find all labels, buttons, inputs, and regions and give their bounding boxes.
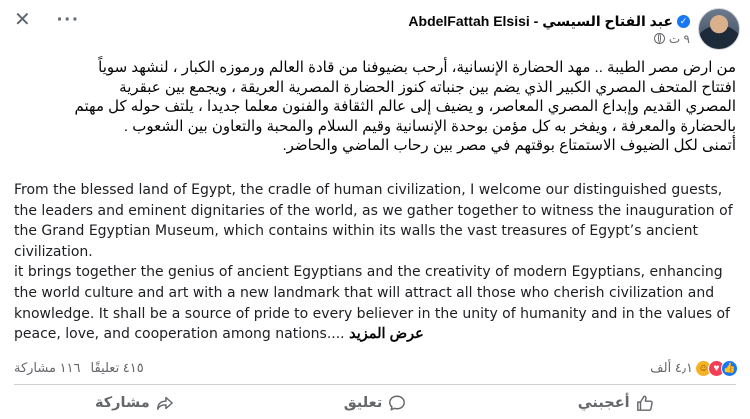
- close-icon[interactable]: ✕: [14, 10, 31, 30]
- author-name[interactable]: AbdelFattah Elsisi - عبد الفتاح السيسي: [408, 13, 673, 30]
- reactions-count: ٤٫١ ألف: [650, 360, 693, 375]
- arabic-line: بالحضارة والمعرفة ، ويفخر به كل مؤمن بوح…: [123, 117, 736, 135]
- like-label: أعجبني: [577, 395, 630, 411]
- comment-label: تعليق: [343, 395, 383, 411]
- comment-icon: [389, 395, 406, 411]
- english-text: From the blessed land of Egypt, the crad…: [14, 180, 736, 345]
- share-button[interactable]: مشاركة: [14, 394, 255, 412]
- share-label: مشاركة: [94, 395, 150, 411]
- post-meta: ٩ ت: [653, 32, 690, 46]
- english-paragraph-2: it brings together the genius of ancient…: [14, 262, 736, 344]
- arabic-line: من ارض مصر الطيبة .. مهد الحضارة الإنسان…: [98, 59, 736, 76]
- shares-count[interactable]: ١١٦ مشاركة: [14, 360, 81, 376]
- arabic-line: افتتاح المتحف المصري الكبير الذي يضم بين…: [119, 78, 736, 96]
- like-reaction-icon: 👍: [721, 359, 738, 377]
- engagement-counts: ٤١٥ تعليقًا ١١٦ مشاركة: [14, 360, 144, 376]
- arabic-text: من ارض مصر الطيبة .. مهد الحضارة الإنسان…: [14, 58, 736, 156]
- comment-button[interactable]: تعليق: [255, 394, 496, 412]
- reactions-summary[interactable]: ☺ ♥ 👍 ٤٫١ ألف: [650, 359, 738, 377]
- more-options-icon[interactable]: ···: [57, 10, 80, 30]
- post-header: AbdelFattah Elsisi - عبد الفتاح السيسي ✓…: [408, 6, 740, 52]
- arabic-line: المصري القديم وإبداع المصري المعاصر، و ي…: [74, 98, 736, 115]
- comments-count[interactable]: ٤١٥ تعليقًا: [91, 360, 144, 376]
- arabic-line: أتمنى لكل الضيوف الاستمتاع بوقتهم في مصر…: [282, 137, 736, 154]
- verified-badge-icon: ✓: [677, 14, 690, 28]
- author-block: AbdelFattah Elsisi - عبد الفتاح السيسي ✓…: [408, 13, 690, 46]
- post-stats: ٤١٥ تعليقًا ١١٦ مشاركة ☺ ♥ 👍 ٤٫١ ألف: [14, 358, 738, 378]
- globe-icon: [653, 33, 665, 44]
- action-bar: مشاركة تعليق أعجبني: [14, 388, 736, 418]
- avatar[interactable]: [698, 8, 740, 50]
- see-more-link[interactable]: عرض المزيد: [349, 326, 424, 342]
- divider: [14, 384, 736, 385]
- like-button[interactable]: أعجبني: [495, 394, 736, 412]
- like-icon: [636, 395, 653, 411]
- timestamp[interactable]: ٩ ت: [669, 32, 690, 46]
- author-row: AbdelFattah Elsisi - عبد الفتاح السيسي ✓: [408, 13, 690, 30]
- share-icon: [156, 396, 173, 411]
- reaction-icons: ☺ ♥ 👍: [695, 359, 738, 377]
- top-actions: ✕ ···: [14, 10, 80, 30]
- english-paragraph: From the blessed land of Egypt, the crad…: [14, 182, 733, 260]
- post-card: ✕ ··· AbdelFattah Elsisi - عبد الفتاح ال…: [0, 0, 750, 419]
